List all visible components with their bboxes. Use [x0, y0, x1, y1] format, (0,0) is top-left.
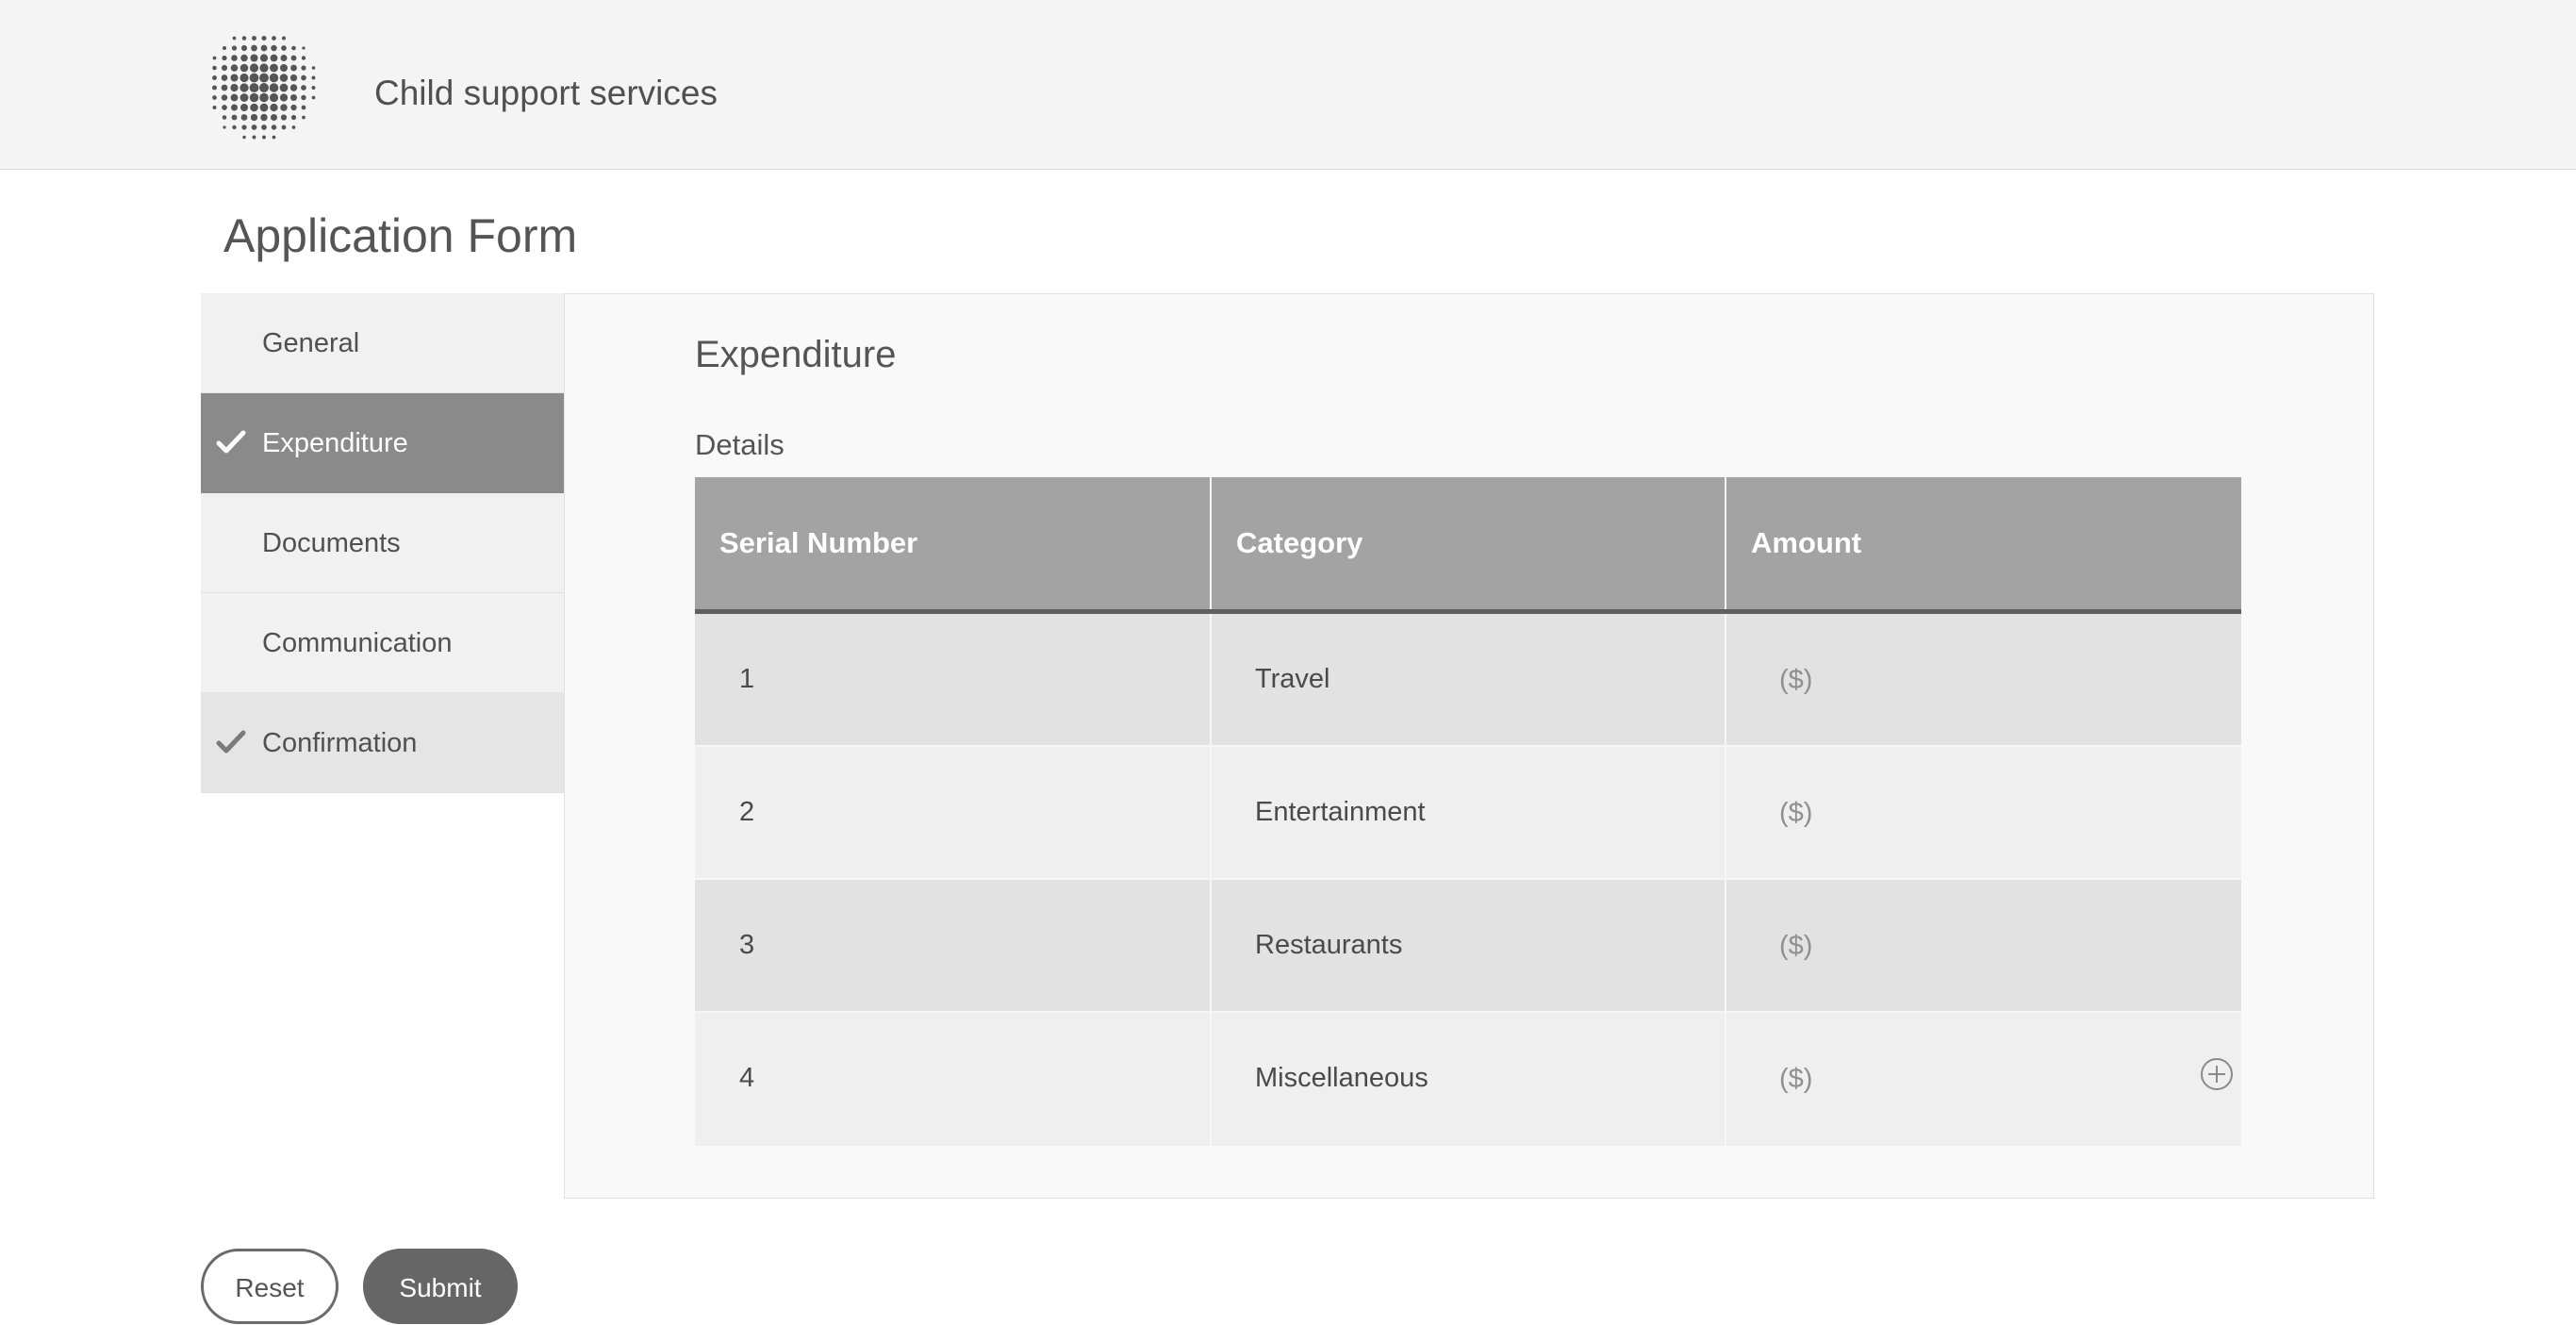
- amount-input[interactable]: [1779, 789, 2138, 836]
- sidebar-item-label: General: [262, 328, 360, 358]
- serial-number-cell: 2: [695, 747, 1212, 878]
- table-row: 2 Entertainment: [695, 747, 2241, 880]
- table-header: Serial Number Category Amount: [695, 477, 2241, 614]
- amount-cell: [1726, 747, 2241, 878]
- sidebar-item-confirmation[interactable]: Confirmation: [201, 693, 565, 793]
- section-title: Expenditure: [695, 334, 897, 375]
- category-cell: Entertainment: [1212, 747, 1726, 878]
- sidebar-item-label: Expenditure: [262, 428, 408, 458]
- category-cell: Travel: [1212, 614, 1726, 745]
- page-title: Application Form: [223, 209, 578, 262]
- serial-number-cell: 1: [695, 614, 1212, 745]
- expenditure-panel: Expenditure Details Serial Number Catego…: [564, 293, 2374, 1199]
- category-cell: Restaurants: [1212, 880, 1726, 1011]
- plus-circle-icon[interactable]: [2200, 1057, 2234, 1091]
- reset-button[interactable]: Reset: [201, 1249, 339, 1324]
- table-row: 3 Restaurants: [695, 880, 2241, 1013]
- sidebar-item-label: Communication: [262, 628, 453, 658]
- sidebar-item-expenditure[interactable]: Expenditure: [201, 393, 565, 493]
- amount-input[interactable]: [1779, 656, 2138, 704]
- serial-number-cell: 4: [695, 1013, 1212, 1146]
- checkmark-icon: [216, 430, 246, 454]
- column-header-category: Category: [1212, 477, 1726, 609]
- checkmark-icon: [216, 730, 246, 754]
- amount-cell: [1726, 1013, 2241, 1146]
- dotted-sphere-logo-icon: [211, 35, 316, 140]
- sidebar-item-documents[interactable]: Documents: [201, 493, 565, 593]
- serial-number-cell: 3: [695, 880, 1212, 1011]
- table-row: 1 Travel: [695, 614, 2241, 747]
- amount-input[interactable]: [1779, 1055, 2138, 1102]
- submit-button[interactable]: Submit: [363, 1249, 518, 1324]
- table-row: 4 Miscellaneous: [695, 1013, 2241, 1146]
- sidebar-item-label: Documents: [262, 528, 401, 558]
- amount-cell: [1726, 880, 2241, 1011]
- app-header: Child support services: [0, 0, 2576, 170]
- details-label: Details: [695, 428, 784, 461]
- sidebar-nav: General Expenditure Documents Communicat…: [201, 293, 565, 793]
- sidebar-item-label: Confirmation: [262, 728, 418, 758]
- amount-cell: [1726, 614, 2241, 745]
- app-title: Child support services: [374, 74, 718, 112]
- expenditure-table: Serial Number Category Amount 1 Travel 2…: [695, 477, 2241, 1146]
- amount-input[interactable]: [1779, 922, 2138, 969]
- column-header-amount: Amount: [1751, 526, 1862, 559]
- column-header-serial-number: Serial Number: [695, 477, 1212, 609]
- category-cell: Miscellaneous: [1212, 1013, 1726, 1146]
- sidebar-item-communication[interactable]: Communication: [201, 593, 565, 693]
- sidebar-item-general[interactable]: General: [201, 293, 565, 393]
